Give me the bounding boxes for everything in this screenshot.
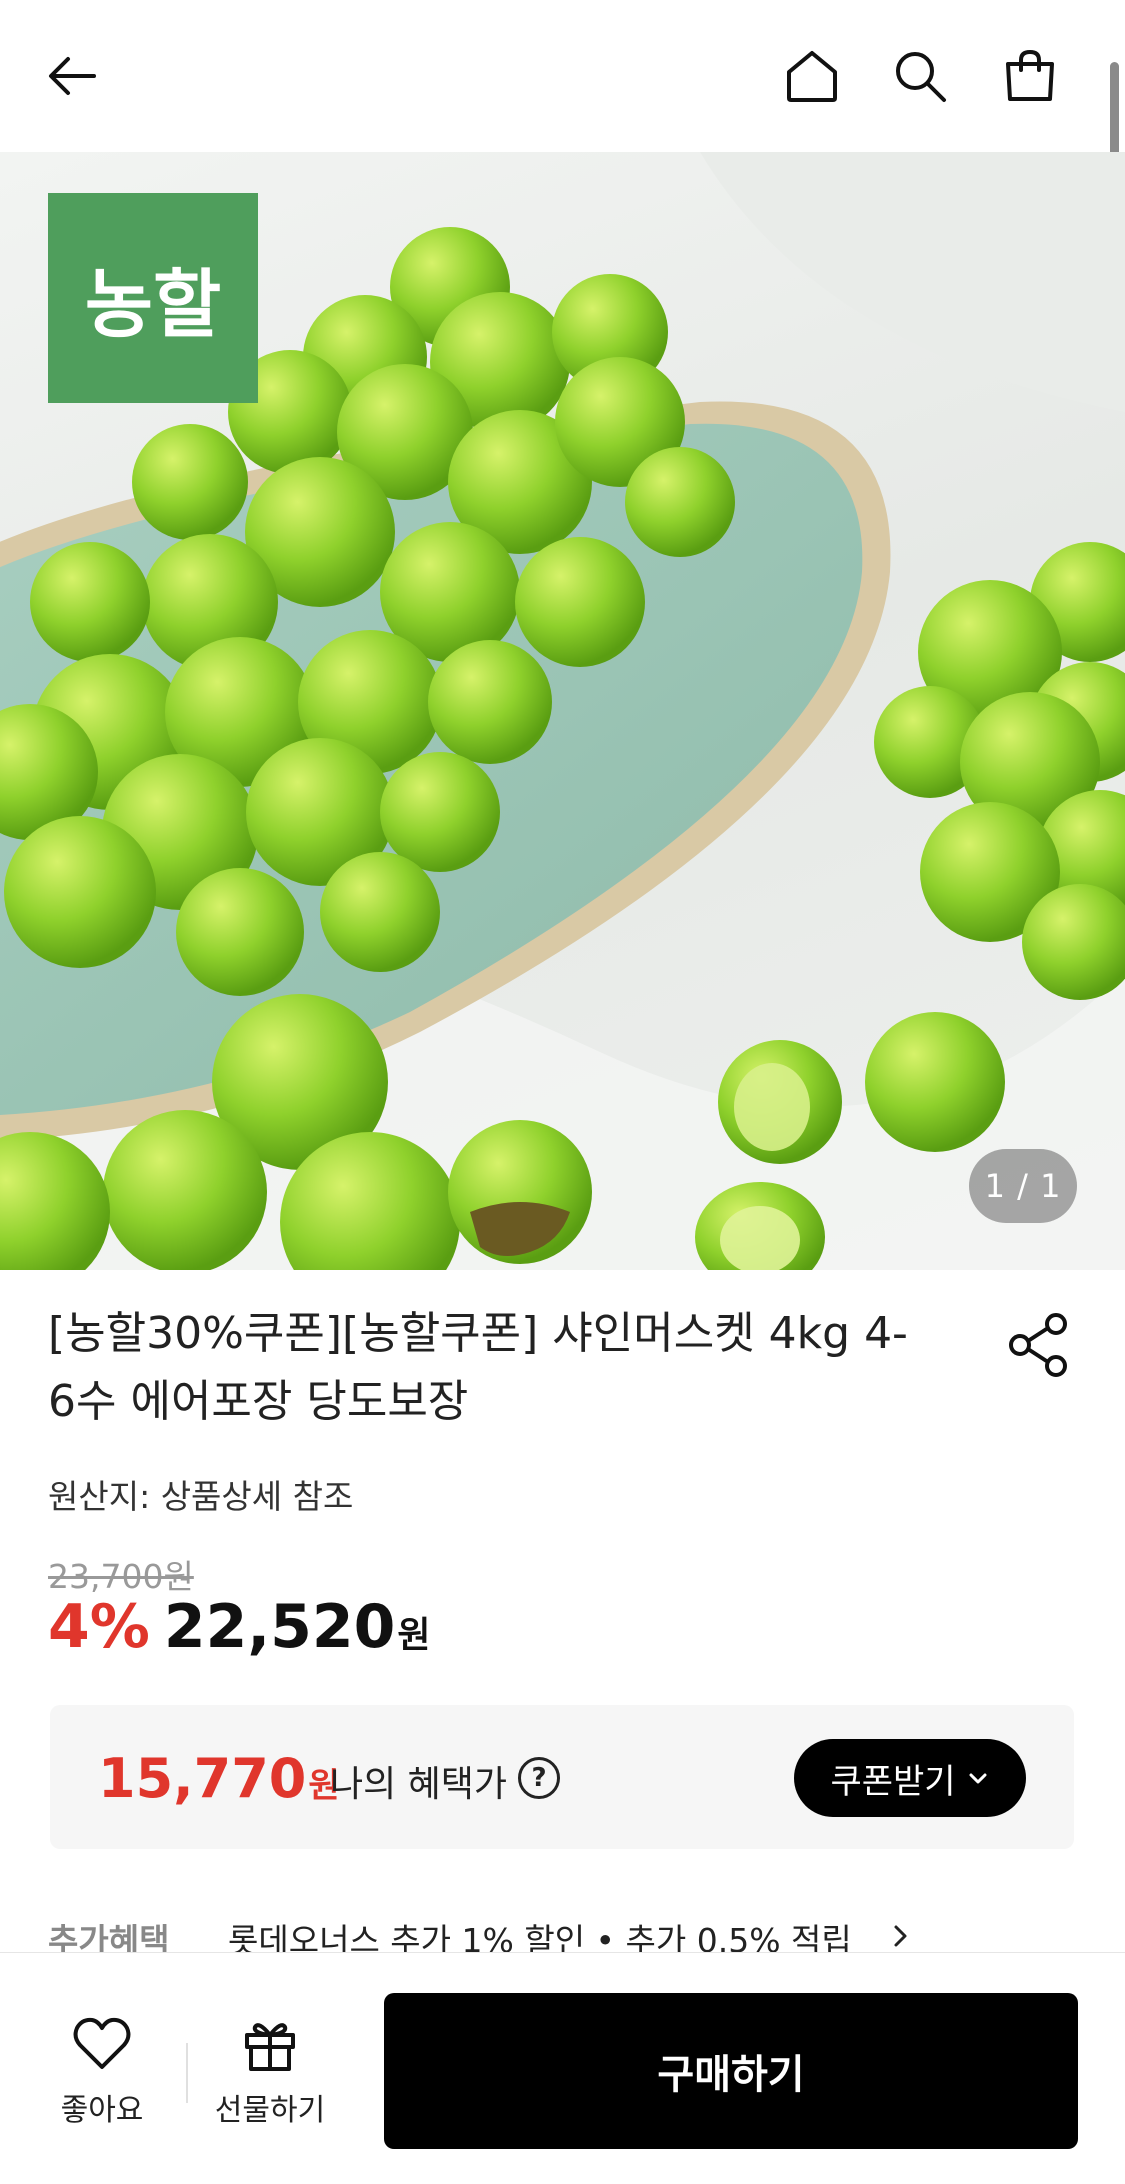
search-icon	[896, 52, 946, 102]
discount-rate: 4%	[48, 1592, 150, 1662]
original-price: 23,700원	[48, 1557, 194, 1596]
gift-icon	[245, 2023, 295, 2071]
coupon-button-label: 쿠폰받기	[830, 1761, 956, 1802]
price-row: 4% 22,520 원	[48, 1592, 431, 1662]
get-coupon-button[interactable]: 쿠폰받기	[794, 1739, 1026, 1817]
shopping-bag-icon	[1006, 50, 1054, 101]
buy-button[interactable]: 구매하기	[384, 1993, 1078, 2149]
share-icon	[1009, 1313, 1067, 1377]
image-counter: 1 / 1	[969, 1149, 1077, 1223]
arrow-left-icon	[49, 57, 96, 95]
product-title: [농할30%쿠폰][농할쿠폰] 샤인머스켓 4kg 4-6수 에어포장 당도보장	[48, 1308, 908, 1427]
help-icon[interactable]: ?	[518, 1757, 560, 1799]
gift-label: 선물하기	[214, 2093, 326, 2128]
benefit-price: 15,770 원	[98, 1747, 340, 1810]
search-button[interactable]	[884, 40, 956, 112]
benefit-label: 나의 혜택가	[330, 1764, 508, 1805]
like-label: 좋아요	[60, 2093, 144, 2128]
gift-button[interactable]: 선물하기	[200, 2013, 340, 2143]
divider	[186, 2043, 188, 2103]
brand-logo: 농할	[48, 193, 258, 403]
chevron-right-icon[interactable]	[888, 1922, 912, 1950]
top-header	[0, 0, 1125, 152]
back-button[interactable]	[36, 40, 108, 112]
benefit-price-box: 15,770 원 나의 혜택가 ? 쿠폰받기	[50, 1705, 1074, 1849]
cart-button[interactable]	[994, 40, 1066, 112]
benefit-price-value: 15,770	[98, 1747, 307, 1810]
chevron-down-icon	[969, 1773, 987, 1784]
origin-info: 원산지: 상품상세 참조	[48, 1477, 354, 1516]
sale-price-currency: 원	[397, 1615, 431, 1656]
heart-icon	[73, 2017, 131, 2069]
bottom-action-bar: 좋아요 선물하기 구매하기	[0, 1952, 1125, 2184]
share-button[interactable]	[1004, 1310, 1074, 1380]
like-button[interactable]: 좋아요	[46, 2013, 158, 2143]
home-icon	[787, 51, 837, 102]
sale-price: 22,520	[163, 1592, 396, 1662]
home-button[interactable]	[776, 40, 848, 112]
product-image[interactable]: 농할 1 / 1	[0, 152, 1125, 1270]
